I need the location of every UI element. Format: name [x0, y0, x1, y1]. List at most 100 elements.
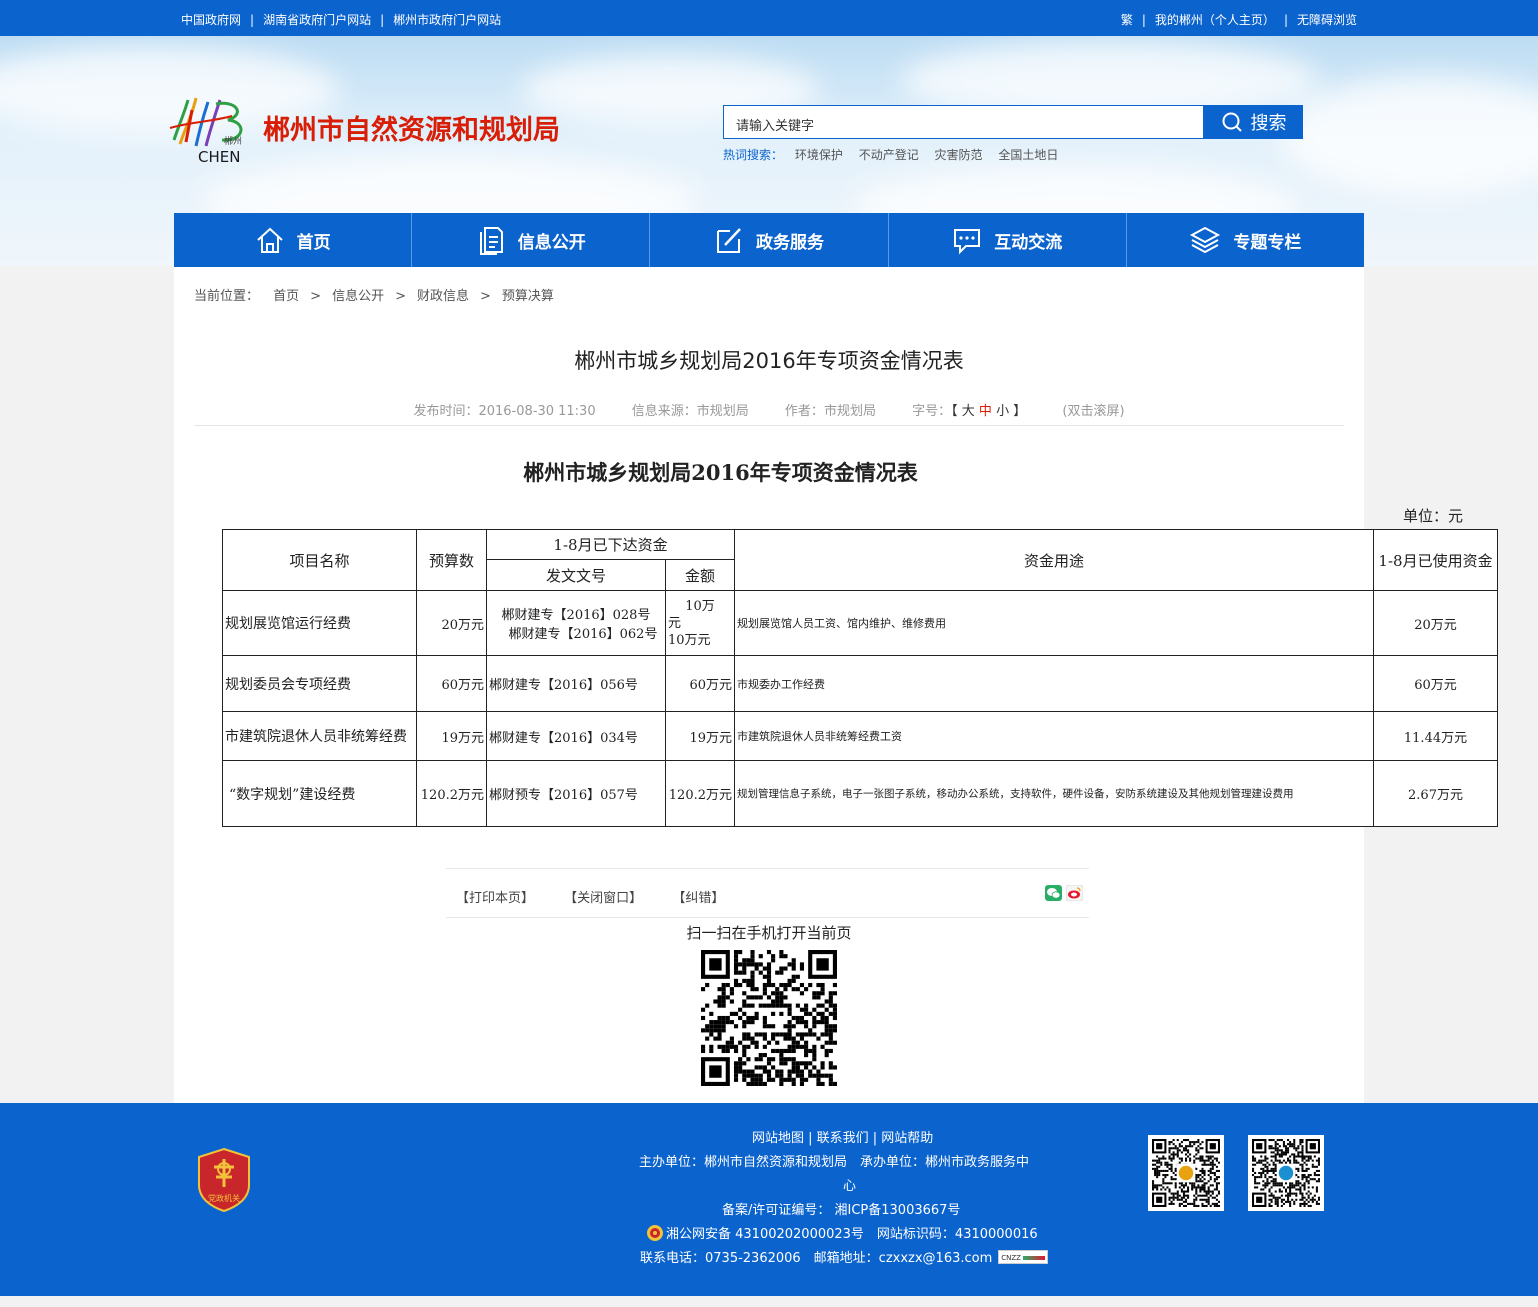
- row-usage: 规划管理信息子系统，电子一张图子系统，移动办公系统，支持软件，硬件设备，安防系统…: [734, 760, 1374, 827]
- row-used: 20万元: [1373, 590, 1498, 656]
- page-qr-code: [701, 950, 837, 1086]
- footer-police[interactable]: 湘公网安备 43100202000023号 网站标识码：4310000016: [666, 1223, 1038, 1242]
- top-right-links: 繁 | 我的郴州（个人主页） | 无障碍浏览: [1120, 13, 1357, 27]
- report-error-link[interactable]: 【纠错】: [672, 891, 724, 906]
- share-bar: 【打印本页】 【关闭窗口】 【纠错】: [446, 868, 1089, 918]
- header-project-name: 项目名称: [222, 529, 417, 591]
- publish-time: 2016-08-30 11:30: [478, 404, 596, 419]
- search-button[interactable]: 搜索: [1204, 105, 1303, 139]
- party-gov-badge[interactable]: 党政机关: [196, 1147, 252, 1213]
- edit-icon: [717, 228, 741, 253]
- header-usage: 资金用途: [734, 529, 1374, 591]
- nav-home-label: 首页: [296, 232, 331, 253]
- row-name: 市建筑院退休人员非统筹经费: [222, 711, 417, 761]
- double-click-scroll[interactable]: (双击滚屏): [1062, 404, 1124, 419]
- row-amount: 60万元: [665, 655, 735, 712]
- hot-word-realestate[interactable]: 不动产登记: [859, 148, 919, 162]
- footer-contact-row: 联系电话：0735-2362006 邮箱地址：czxxzx@163.com CN…: [640, 1247, 1049, 1266]
- footer-icp[interactable]: 备案/许可证编号： 湘ICP备13003667号: [722, 1199, 960, 1218]
- hot-word-landday[interactable]: 全国土地日: [998, 148, 1058, 162]
- font-medium-button[interactable]: 中: [979, 404, 992, 419]
- footer-contact: 联系电话：0735-2362006 邮箱地址：czxxzx@163.com: [640, 1251, 993, 1266]
- nav-special[interactable]: 专题专栏: [1127, 213, 1364, 267]
- layers-icon: [1190, 226, 1221, 254]
- row-doc-no: 郴财预专【2016】057号: [486, 760, 666, 827]
- logo-cn-text: 郴州: [224, 135, 242, 147]
- chat-icon: [954, 229, 981, 255]
- table-row: “数字规划”建设经费 120.2万元 郴财预专【2016】057号 120.2万…: [222, 760, 1498, 827]
- table-row: 规划委员会专项经费 60万元 郴财建专【2016】056号 60万元 市规委办工…: [222, 655, 1498, 712]
- row-used: 60万元: [1373, 655, 1498, 712]
- print-page-link[interactable]: 【打印本页】: [456, 891, 534, 906]
- home-icon: [256, 227, 283, 253]
- row-usage: 规划展览馆人员工资、馆内维护、维修费用: [734, 590, 1374, 656]
- funds-table: 项目名称 预算数 1-8月已下达资金 资金用途 1-8月已使用资金 发文文号 金…: [222, 529, 1498, 827]
- font-large-button[interactable]: 大: [962, 404, 975, 419]
- my-chenzhou-link[interactable]: 我的郴州（个人主页）: [1155, 13, 1275, 27]
- wechat-icon[interactable]: [1045, 885, 1062, 901]
- link-gov-cn[interactable]: 中国政府网: [181, 13, 241, 27]
- row-amount-line: 10万: [685, 598, 715, 614]
- link-chenzhou-gov[interactable]: 郴州市政府门户网站: [393, 13, 501, 27]
- nav-interaction[interactable]: 互动交流: [889, 213, 1127, 267]
- breadcrumb-budget[interactable]: 预算决算: [502, 289, 554, 304]
- row-doc-no-line: 郴财建专【2016】028号: [501, 608, 651, 623]
- hot-search: 热词搜索： 环境保护 不动产登记 灾害防范 全国土地日: [723, 146, 1070, 163]
- chenzhou-logo[interactable]: 郴州 CHEN: [166, 92, 252, 166]
- meta-divider: [194, 425, 1344, 426]
- header-used: 1-8月已使用资金: [1373, 529, 1498, 591]
- search-input[interactable]: 请输入关键字: [723, 105, 1204, 139]
- header-issued: 1-8月已下达资金: [486, 529, 735, 560]
- hot-word-environment[interactable]: 环境保护: [795, 148, 843, 162]
- footer-host: 主办单位：郴州市自然资源和规划局 承办单位：郴州市政务服务中: [639, 1155, 1030, 1170]
- badge-text: 党政机关: [208, 1193, 240, 1203]
- search-button-label: 搜索: [1250, 113, 1287, 134]
- accessibility-link[interactable]: 无障碍浏览: [1297, 13, 1357, 27]
- traditional-chinese-link[interactable]: 繁: [1121, 13, 1133, 27]
- footer-police-row: 湘公网安备 43100202000023号 网站标识码：4310000016: [646, 1223, 1038, 1242]
- row-usage: 市规委办工作经费: [734, 655, 1374, 712]
- unit-label: 单位：元: [1403, 507, 1464, 525]
- row-doc-no: 郴财建专【2016】056号: [486, 655, 666, 712]
- weibo-icon[interactable]: [1066, 885, 1083, 901]
- close-window-link[interactable]: 【关闭窗口】: [564, 891, 642, 906]
- footer-links[interactable]: 网站地图 | 联系我们 | 网站帮助: [752, 1127, 933, 1146]
- link-hunan-gov[interactable]: 湖南省政府门户网站: [263, 13, 371, 27]
- nav-interaction-label: 互动交流: [994, 232, 1063, 253]
- info-source: 市规划局: [696, 404, 749, 419]
- header-doc-no: 发文文号: [486, 559, 666, 591]
- row-name: 规划展览馆运行经费: [222, 590, 417, 656]
- header-budget: 预算数: [416, 529, 487, 591]
- breadcrumb-finance[interactable]: 财政信息: [417, 289, 469, 304]
- row-doc-no: 郴财建专【2016】034号: [486, 711, 666, 761]
- breadcrumb-label: 当前位置：: [194, 289, 260, 304]
- breadcrumb-home[interactable]: 首页: [273, 289, 299, 304]
- breadcrumb-info[interactable]: 信息公开: [332, 289, 384, 304]
- nav-home[interactable]: 首页: [174, 213, 413, 267]
- author: 市规划局: [823, 404, 876, 419]
- row-amount-line: 10万元: [668, 632, 711, 648]
- row-amount-line: 元: [668, 615, 682, 631]
- hot-search-label: 热词搜索：: [723, 148, 784, 162]
- row-used: 2.67万元: [1373, 760, 1498, 827]
- nav-gov-service[interactable]: 政务服务: [650, 213, 889, 267]
- row-name: “数字规划”建设经费: [222, 760, 417, 827]
- main-nav: 首页 信息公开 政务服务 互动交流 专题专栏: [174, 213, 1364, 267]
- top-bar: 中国政府网 | 湖南省政府门户网站 | 郴州市政府门户网站 繁 | 我的郴州（个人主页） | 无…: [0, 0, 1538, 36]
- nav-info-public[interactable]: 信息公开: [412, 213, 651, 267]
- row-budget: 120.2万元: [416, 760, 487, 827]
- nav-special-label: 专题专栏: [1233, 232, 1302, 253]
- cnzz-badge[interactable]: CNZZ: [998, 1249, 1049, 1264]
- header-amount: 金额: [665, 559, 735, 591]
- search-icon: [1222, 112, 1242, 132]
- row-used: 11.44万元: [1373, 711, 1498, 761]
- font-small-button[interactable]: 小: [996, 404, 1009, 419]
- footer-qr-code-1: [1148, 1135, 1224, 1211]
- row-doc-no-line: 郴财建专【2016】062号: [508, 627, 658, 642]
- footer-host-cont: 心: [843, 1179, 857, 1194]
- hot-word-disaster[interactable]: 灾害防范: [935, 148, 983, 162]
- police-badge-icon: [647, 1224, 663, 1241]
- breadcrumb: 当前位置： 首页 > 信息公开 > 财政信息 > 预算决算: [194, 289, 554, 304]
- site-title[interactable]: 郴州市自然资源和规划局: [263, 108, 560, 147]
- document-icon: [479, 227, 503, 255]
